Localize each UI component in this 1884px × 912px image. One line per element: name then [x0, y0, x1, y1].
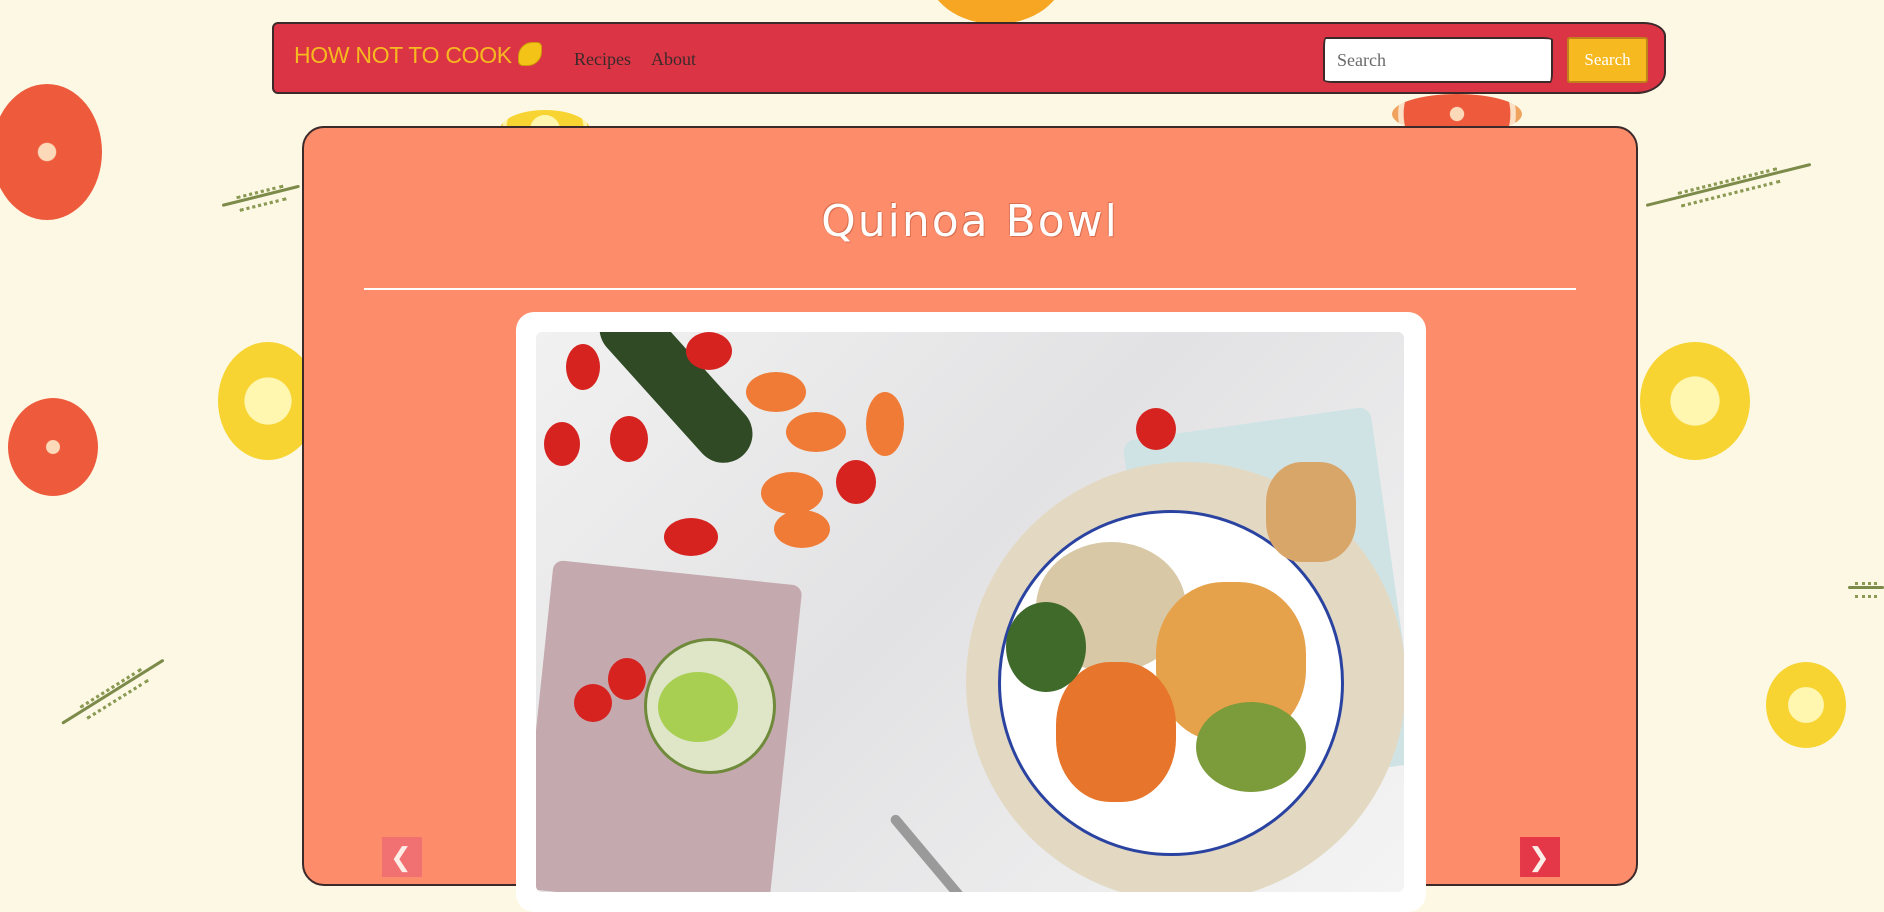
carrot-slice-shape [786, 412, 846, 452]
brand-logo[interactable]: HOW NOT TO COOK [294, 42, 542, 69]
sprouts-shape [1196, 702, 1306, 792]
tomato-shape [574, 684, 612, 722]
carousel-prev-button[interactable]: ❮ [382, 837, 422, 877]
nav-link-recipes[interactable]: Recipes [574, 49, 631, 70]
tomato-shape [664, 518, 718, 556]
grapefruit-slice-decoration [8, 398, 98, 496]
recipe-image-frame [516, 312, 1426, 912]
carrot-slice-shape [761, 472, 823, 514]
nav-link-about[interactable]: About [651, 49, 696, 70]
tomato-shape [1136, 408, 1176, 450]
navbar: HOW NOT TO COOK Recipes About Search [272, 22, 1666, 94]
herb-sprig-decoration [1645, 162, 1812, 207]
carousel-next-button[interactable]: ❯ [1520, 837, 1560, 877]
lime-shape [658, 672, 738, 742]
search-input[interactable] [1323, 37, 1553, 83]
fork-shape [888, 812, 974, 892]
tomato-shape [608, 658, 646, 700]
title-divider [364, 288, 1576, 290]
lemon-slice-decoration [1766, 662, 1846, 748]
chevron-left-icon: ❮ [390, 843, 412, 873]
herb-sprig-decoration [1848, 582, 1884, 598]
carrots-shape [1056, 662, 1176, 802]
tomato-shape [836, 460, 876, 504]
lemon-icon [517, 42, 542, 66]
chevron-right-icon: ❯ [1528, 843, 1550, 873]
tomato-shape [566, 344, 600, 390]
carrot-slice-shape [774, 510, 830, 548]
tomato-shape [544, 422, 580, 466]
orange-slice-decoration [928, 0, 1064, 24]
brand-name: HOW NOT TO COOK [294, 42, 512, 68]
search-button[interactable]: Search [1567, 37, 1648, 83]
herb-sprig-decoration [221, 184, 300, 207]
recipe-title: Quinoa Bowl [821, 196, 1119, 247]
carrot-slice-shape [866, 392, 904, 456]
herb-sprig-decoration [61, 658, 165, 725]
grapefruit-slice-decoration [0, 84, 102, 220]
tomato-shape [686, 332, 732, 370]
ginger-shape [1266, 462, 1356, 562]
lemon-slice-decoration [1640, 342, 1750, 460]
recipe-card: Quinoa Bowl ❮ ❯ [302, 126, 1638, 912]
tomato-shape [610, 416, 648, 462]
carrot-slice-shape [746, 372, 806, 412]
broccoli-shape [1006, 602, 1086, 692]
food-photo [536, 332, 1404, 892]
